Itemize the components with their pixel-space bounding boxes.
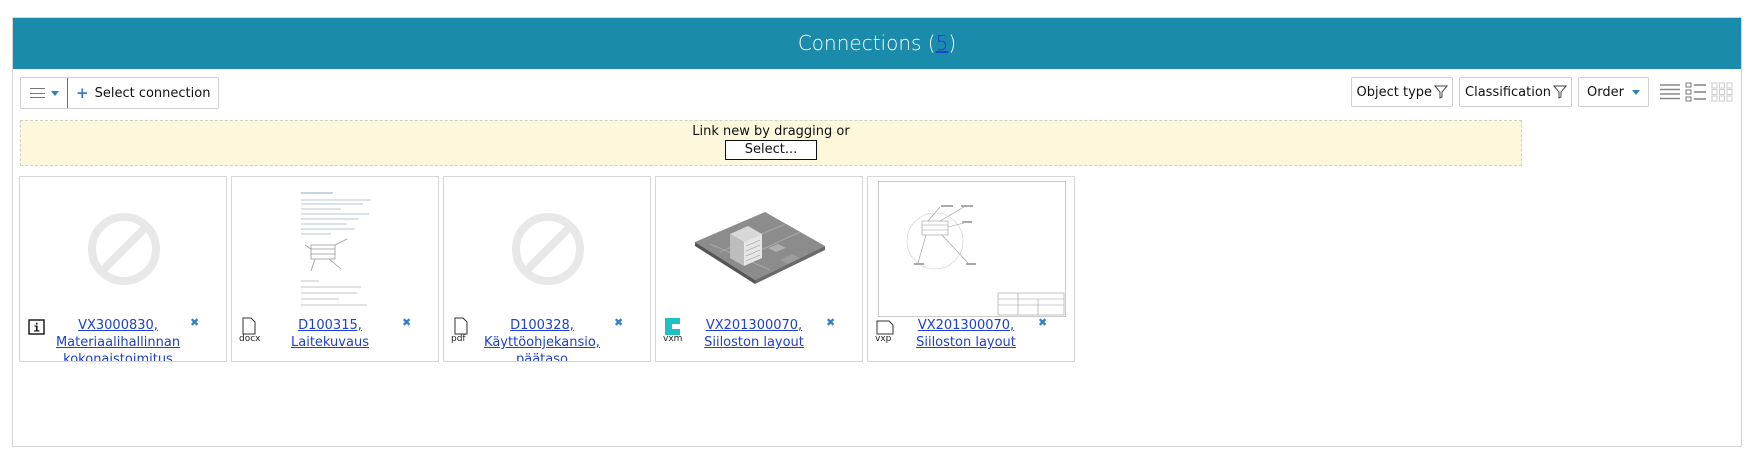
building-model-preview <box>695 212 825 284</box>
drawing-preview-image <box>878 181 1066 317</box>
order-dropdown[interactable]: Order <box>1578 77 1649 107</box>
plus-icon: + <box>76 84 89 102</box>
actions-menu-button[interactable] <box>21 78 68 108</box>
detail-list-view-icon[interactable] <box>1685 82 1707 102</box>
chevron-down-icon <box>1632 89 1640 95</box>
card-title-link[interactable]: VX201300070, Siiloston layout <box>900 317 1032 361</box>
header-close-paren: ) <box>948 31 957 55</box>
connection-card[interactable]: vxm VX201300070, Siiloston layout ✖ <box>655 176 863 362</box>
document-preview-image <box>293 185 379 313</box>
card-thumbnail <box>30 185 218 313</box>
remove-connection-icon[interactable]: ✖ <box>614 316 623 329</box>
classification-filter-button[interactable]: Classification <box>1459 77 1573 107</box>
card-thumbnail <box>666 185 854 313</box>
file-type-label: docx <box>239 334 261 344</box>
connections-header: Connections (5) <box>13 18 1741 69</box>
connection-toolbar: + Select connection <box>20 77 220 109</box>
hamburger-icon <box>29 88 45 98</box>
card-footer: pdf D100328, Käyttöohjekansio, päätaso ✖ <box>444 315 650 361</box>
card-thumbnail <box>242 185 430 313</box>
card-title-link[interactable]: D100328, Käyttöohjekansio, päätaso <box>476 317 608 361</box>
object-type-filter-button[interactable]: Object type <box>1350 77 1454 107</box>
card-footer: vxm VX201300070, Siiloston layout ✖ <box>656 315 862 361</box>
connection-card[interactable]: pdf D100328, Käyttöohjekansio, päätaso ✖ <box>443 176 651 362</box>
filter-icon <box>1553 85 1568 99</box>
link-drop-zone[interactable]: Link new by dragging or Select... <box>20 120 1522 166</box>
view-mode-switcher <box>1659 82 1733 102</box>
connection-card[interactable]: vxp VX201300070, Siiloston layout ✖ <box>867 176 1075 362</box>
file-type-label: vxm <box>663 334 683 344</box>
remove-connection-icon[interactable]: ✖ <box>190 316 199 329</box>
header-title: Connections ( <box>797 31 936 55</box>
card-thumbnail <box>878 181 1066 317</box>
classification-label: Classification <box>1465 84 1552 100</box>
select-connection-button[interactable]: + Select connection <box>68 78 218 108</box>
card-title-link[interactable]: VX3000830, Materiaalihallinnan kokonaist… <box>52 317 184 361</box>
info-icon: i <box>28 319 45 335</box>
object-type-label: Object type <box>1356 84 1433 100</box>
connection-card[interactable]: docx D100315, Laitekuvaus ✖ <box>231 176 439 362</box>
card-footer: vxp VX201300070, Siiloston layout ✖ <box>868 315 1074 361</box>
connections-count-link[interactable]: 5 <box>936 31 949 55</box>
no-preview-icon <box>512 213 584 285</box>
grid-view-icon[interactable] <box>1711 82 1733 102</box>
file-type-label: pdf <box>451 334 466 344</box>
card-title-link[interactable]: D100315, Laitekuvaus <box>264 317 396 361</box>
card-footer: i VX3000830, Materiaalihallinnan kokonai… <box>20 315 226 361</box>
list-view-icon[interactable] <box>1659 82 1681 102</box>
remove-connection-icon[interactable]: ✖ <box>826 316 835 329</box>
chevron-down-icon <box>50 90 59 96</box>
filter-icon <box>1434 85 1449 99</box>
card-thumbnail <box>454 185 642 313</box>
card-title-link[interactable]: VX201300070, Siiloston layout <box>688 317 820 361</box>
no-preview-icon <box>88 213 160 285</box>
card-footer: docx D100315, Laitekuvaus ✖ <box>232 315 438 361</box>
remove-connection-icon[interactable]: ✖ <box>1038 316 1047 329</box>
filter-toolbar: Object type Classification Order <box>1350 77 1734 107</box>
file-type-label: vxp <box>875 334 892 344</box>
select-connection-label: Select connection <box>94 85 211 101</box>
svg-text:i: i <box>33 322 40 335</box>
select-button[interactable]: Select... <box>725 140 817 160</box>
connection-cards: i VX3000830, Materiaalihallinnan kokonai… <box>19 176 1075 362</box>
drop-zone-hint: Link new by dragging or <box>692 124 850 139</box>
remove-connection-icon[interactable]: ✖ <box>402 316 411 329</box>
order-label: Order <box>1587 84 1624 100</box>
connection-card[interactable]: i VX3000830, Materiaalihallinnan kokonai… <box>19 176 227 362</box>
